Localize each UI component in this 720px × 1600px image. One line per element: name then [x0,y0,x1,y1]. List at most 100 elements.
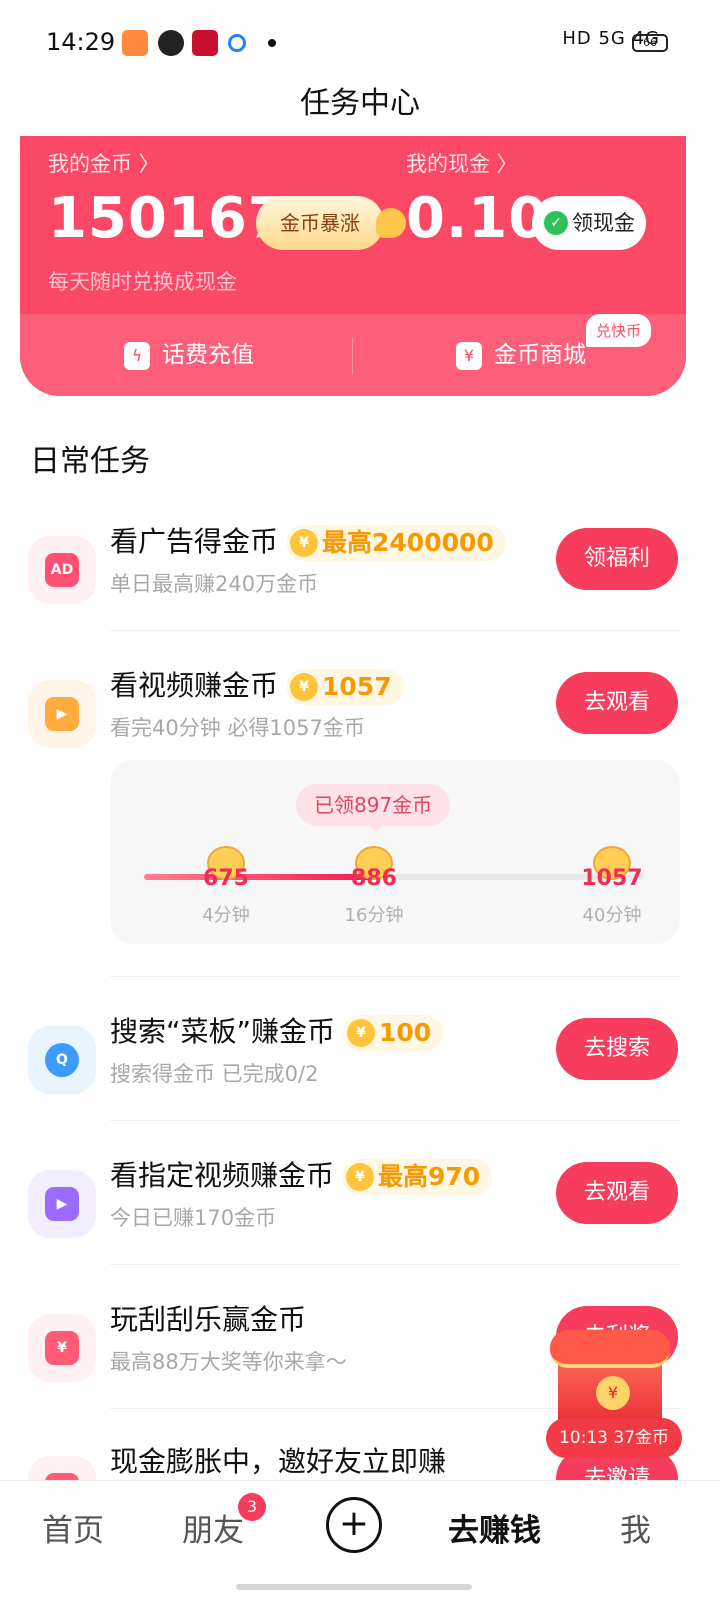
nav-me[interactable]: 我 [620,1505,651,1550]
wechat-pay-icon: ✓ [544,211,568,235]
coin-surge-label: 金币暴涨 [280,211,360,235]
watch-specific-video-button[interactable]: 去观看 [556,1162,678,1224]
milestone: 886 16分钟 [334,846,414,927]
milestone-coins: 886 [351,866,397,891]
lightning-icon: ϟ [124,341,150,370]
coin-icon: ¥ [346,1162,375,1191]
coin-mall-button[interactable]: ¥ 金币商城 [456,314,586,396]
task-separator [110,1120,680,1121]
task-watch-ads: AD 看广告得金币 ¥ 最高2400000 单日最高赚240万金币 领福利 [0,516,720,636]
task-separator [110,1264,680,1265]
coin-burst-icon [376,208,406,238]
task-title-text: 玩刮刮乐赢金币 [110,1303,307,1336]
kuaibi-exchange-tag: 兑快币 [586,314,652,347]
coin-reward-tag: ¥100 [343,1015,444,1051]
coin-mall-label: 金币商城 [494,342,586,368]
task-separator [110,976,680,977]
task-subtitle: 单日最高赚240万金币 [110,572,319,596]
coin-reward-value: 1057 [322,672,392,701]
milestone: 1057 40分钟 [572,846,652,927]
task-title: 玩刮刮乐赢金币 [110,1298,306,1338]
claimed-coins-bubble: 已领897金币 [296,784,451,826]
search-icon: Q [45,1043,79,1077]
bubble-tail [368,824,384,832]
task-title: 搜索“菜板”赚金币 ¥100 [110,1010,444,1051]
coin-card: 我的金币 〉 150167 金币暴涨 我的现金 〉 0.10 ✓ 领现金 每天随… [20,136,686,396]
task-specific-video: ▶ 看指定视频赚金币 ¥ 最高970 今日已赚170金币 去观看 [0,1150,720,1270]
nav-earn[interactable]: 去赚钱 [448,1505,541,1550]
milestone-coins: 675 [203,866,249,891]
coin-icon: ¥ [290,672,319,701]
coin-icon: ¥ [290,528,319,557]
task-title: 现金膨胀中，邀好友立即赚 [110,1440,446,1480]
browser-search-icon [228,34,246,52]
my-coins-link[interactable]: 我的金币 〉 [48,148,160,178]
task-icon-wrap: ▶ [28,680,96,748]
cash-balance: 0.10 [406,186,549,251]
task-subtitle: 最高88万大奖等你来拿～ [110,1350,347,1374]
daily-tasks-title: 日常任务 [30,444,150,479]
milestone-time: 4分钟 [202,905,250,926]
task-title: 看指定视频赚金币 ¥ 最高970 [110,1154,493,1195]
withdraw-cash-label: 领现金 [572,211,635,235]
task-title-text: 看指定视频赚金币 [110,1159,335,1192]
coin-reward-value: 最高2400000 [322,528,494,557]
home-indicator[interactable] [236,1584,472,1590]
nav-friends[interactable]: 朋友 [182,1505,244,1550]
page-title: 任务中心 [300,86,420,121]
task-title: 看广告得金币 ¥ 最高2400000 [110,520,506,561]
task-subtitle: 今日已赚170金币 [110,1206,277,1230]
wechat-icon [158,30,184,56]
status-bar: 14:29 HD 5G 4G 66 [0,0,720,88]
coin-reward-value: 最高970 [378,1162,481,1191]
ticket-icon: ¥ [456,341,482,370]
coin-balance: 150167 [48,186,288,251]
milestone-time: 16分钟 [344,905,404,926]
task-separator [110,630,680,631]
task-title-text: 看广告得金币 [110,525,279,558]
play-icon: ▶ [45,1187,79,1221]
video-progress-panel: 已领897金币 675 4分钟 886 16分钟 1057 40分钟 [110,760,680,944]
withdraw-cash-button[interactable]: ✓ 领现金 [532,196,646,250]
task-subtitle: 看完40分钟 必得1057金币 [110,716,365,740]
red-packet-timer[interactable]: 10:13 37金币 [546,1418,682,1458]
ad-icon: AD [45,553,79,587]
nav-home[interactable]: 首页 [42,1505,104,1550]
battery-icon: 66 [632,34,668,52]
task-search: Q 搜索“菜板”赚金币 ¥100 搜索得金币 已完成0/2 去搜索 [0,1006,720,1126]
task-icon-wrap: AD [28,536,96,604]
milestone-time: 40分钟 [582,905,642,926]
task-icon-wrap: ▶ [28,1170,96,1238]
app-notification-icon [122,30,148,56]
coin-reward-tag: ¥ 最高970 [342,1159,493,1195]
coin-reward-value: 100 [379,1018,432,1047]
my-cash-link[interactable]: 我的现金 〉 [406,148,518,178]
friends-badge: 3 [238,1493,266,1521]
task-title-text: 看视频赚金币 [110,669,279,702]
coin-reward-tag: ¥ 最高2400000 [286,525,506,561]
coin-reward-tag: ¥1057 [286,669,404,705]
claim-bonus-button[interactable]: 领福利 [556,528,678,590]
shortcut-divider [352,338,353,374]
go-search-button[interactable]: 去搜索 [556,1018,678,1080]
watch-video-button[interactable]: 去观看 [556,672,678,734]
task-title: 看视频赚金币 ¥1057 [110,664,404,705]
scratch-card-icon: ¥ [45,1331,79,1365]
milestone: 675 4分钟 [186,846,266,927]
coin-icon: ¥ [596,1376,630,1410]
task-title-text: 搜索“菜板”赚金币 [110,1015,336,1048]
task-icon-wrap: ¥ [28,1314,96,1382]
task-icon-wrap: Q [28,1026,96,1094]
task-subtitle: 搜索得金币 已完成0/2 [110,1062,319,1086]
exchange-hint: 每天随时兑换成现金 [48,270,237,294]
red-packet-lid [550,1330,670,1368]
create-plus-button[interactable]: + [326,1497,382,1553]
bank-app-icon [192,30,218,56]
coin-surge-badge[interactable]: 金币暴涨 [256,196,406,250]
coin-icon: ¥ [347,1018,376,1047]
card-shortcuts: ϟ 话费充值 ¥ 金币商城 兑快币 [20,314,686,396]
phone-recharge-button[interactable]: ϟ 话费充值 [124,314,254,396]
task-title-text: 现金膨胀中，邀好友立即赚 [110,1445,447,1478]
status-time: 14:29 [46,28,116,56]
video-camera-icon: ▶ [45,697,79,731]
